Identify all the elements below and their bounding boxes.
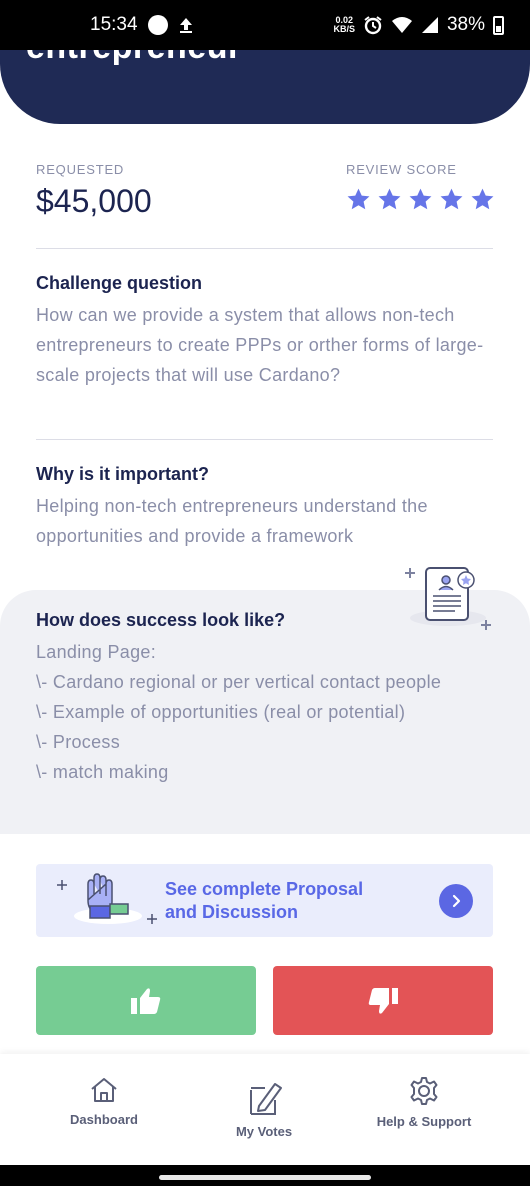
nav-label: Help & Support <box>376 1114 472 1129</box>
status-time: 15:34 <box>90 14 138 35</box>
requested-block: REQUESTED $45,000 <box>36 162 152 220</box>
status-bar: 15:34 0.02 KB/S 38% <box>0 0 530 50</box>
vote-yes-button[interactable] <box>36 966 256 1035</box>
challenge-section: Challenge question How can we provide a … <box>36 273 496 390</box>
gesture-bar <box>0 1165 530 1186</box>
star-icon <box>347 188 370 210</box>
home-icon <box>91 1078 117 1102</box>
requested-amount: $45,000 <box>36 183 152 219</box>
nav-label: My Votes <box>235 1124 293 1139</box>
net-speed: 0.02 KB/S <box>333 15 355 34</box>
requested-label: REQUESTED <box>36 162 125 177</box>
notification-dot-icon <box>147 15 168 35</box>
divider <box>36 248 493 249</box>
see-proposal-button[interactable]: See complete Proposal and Discussion <box>36 864 493 937</box>
thumbs-down-icon <box>368 987 398 1014</box>
proposal-link-text: See complete Proposal and Discussion <box>165 879 364 922</box>
success-line: \- match making <box>36 762 169 782</box>
home-gesture-handle[interactable] <box>159 1175 371 1180</box>
importance-title: Why is it important? <box>36 464 209 484</box>
gear-icon <box>410 1077 438 1105</box>
signal-icon <box>421 17 438 33</box>
review-score-block: REVIEW SCORE <box>346 162 495 212</box>
vote-no-button[interactable] <box>273 966 493 1035</box>
thumbs-up-icon <box>131 987 161 1014</box>
alarm-icon <box>364 16 382 35</box>
upload-icon <box>179 18 192 33</box>
chevron-right-icon <box>439 884 473 918</box>
review-stars <box>346 187 495 212</box>
success-line: \- Process <box>36 732 121 752</box>
success-section: How does success look like? Landing Page… <box>36 610 496 787</box>
importance-section: Why is it important? Helping non-tech en… <box>36 464 496 551</box>
importance-body: Helping non-tech entrepreneurs understan… <box>36 496 428 546</box>
challenge-title: Challenge question <box>36 273 203 293</box>
raised-hands-icon <box>57 873 157 924</box>
battery-percent: 38% <box>446 14 485 35</box>
star-icon <box>471 188 494 210</box>
nav-dashboard[interactable]: Dashboard <box>34 1076 174 1127</box>
success-line: \- Cardano regional or per vertical cont… <box>36 672 442 692</box>
success-title: How does success look like? <box>36 610 286 630</box>
success-line: \- Example of opportunities (real or pot… <box>36 702 406 722</box>
nav-help-support[interactable]: Help & Support <box>354 1076 494 1129</box>
nav-my-votes[interactable]: My Votes <box>194 1078 334 1139</box>
success-line: Landing Page: <box>36 642 157 662</box>
star-icon <box>440 188 463 210</box>
wifi-icon <box>391 17 412 33</box>
star-icon <box>378 188 401 210</box>
bottom-nav: Dashboard My Votes Help & Support <box>0 1054 530 1165</box>
vote-pen-icon <box>250 1083 282 1115</box>
divider <box>36 439 493 440</box>
star-icon <box>409 188 432 210</box>
battery-icon <box>493 15 504 35</box>
review-score-label: REVIEW SCORE <box>346 162 457 177</box>
nav-label: Dashboard <box>70 1112 138 1127</box>
challenge-body: How can we provide a system that allows … <box>36 305 484 385</box>
